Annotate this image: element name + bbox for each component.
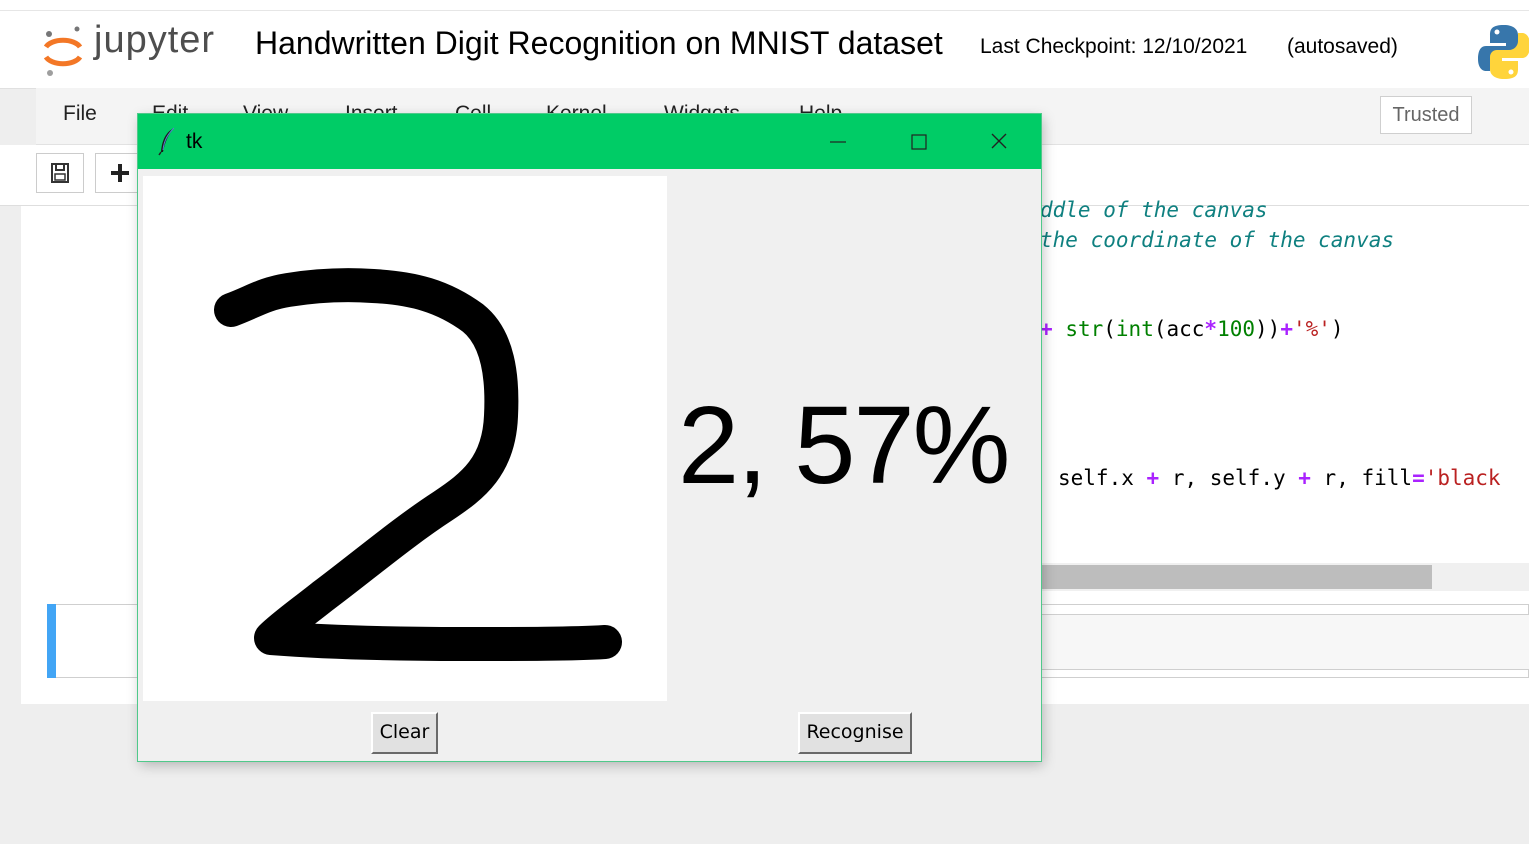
save-icon [51, 163, 69, 183]
notebook-title[interactable]: Handwritten Digit Recognition on MNIST d… [255, 25, 943, 62]
code-cell-input[interactable] [1040, 614, 1529, 670]
clear-button[interactable]: Clear [371, 712, 438, 754]
python-logo-icon [1478, 25, 1529, 79]
tk-titlebar[interactable]: tk [138, 114, 1041, 169]
close-icon [991, 133, 1007, 149]
drawing-canvas[interactable] [143, 176, 667, 701]
minimize-button[interactable] [818, 124, 858, 160]
code-line-comment-1: ddle of the canvas [1040, 198, 1268, 222]
handwritten-digit-stroke [214, 268, 622, 661]
add-cell-button[interactable] [95, 153, 143, 193]
feather-icon [158, 127, 175, 156]
horizontal-scrollbar-thumb[interactable] [1040, 565, 1432, 589]
tk-window-title: tk [186, 130, 203, 153]
menu-file[interactable]: File [63, 102, 97, 126]
save-button[interactable] [36, 153, 84, 193]
minimize-icon [830, 141, 846, 143]
plus-icon [111, 164, 129, 182]
prediction-result: 2, 57% [678, 384, 1010, 507]
tk-window: tk 2, 57% Clear Recognise [138, 114, 1041, 761]
notebook-header: jupyter Handwritten Digit Recognition on… [0, 11, 1529, 89]
code-line-3: + str(int(acc*100))+'%') [1040, 317, 1344, 341]
jupyter-logo-text[interactable]: jupyter [94, 19, 215, 62]
autosave-status: (autosaved) [1287, 35, 1398, 58]
maximize-button[interactable] [898, 124, 938, 160]
recognise-button[interactable]: Recognise [798, 712, 912, 754]
code-line-comment-2: the coordinate of the canvas [1040, 228, 1395, 252]
top-strip [0, 0, 1529, 11]
checkpoint-status: Last Checkpoint: 12/10/2021 [980, 35, 1248, 58]
close-button[interactable] [979, 124, 1019, 160]
code-line-4: self.x + r, self.y + r, fill='black [1058, 466, 1501, 490]
maximize-icon [911, 134, 927, 150]
trusted-indicator[interactable]: Trusted [1380, 96, 1472, 134]
cell-selection-bar [47, 604, 56, 678]
